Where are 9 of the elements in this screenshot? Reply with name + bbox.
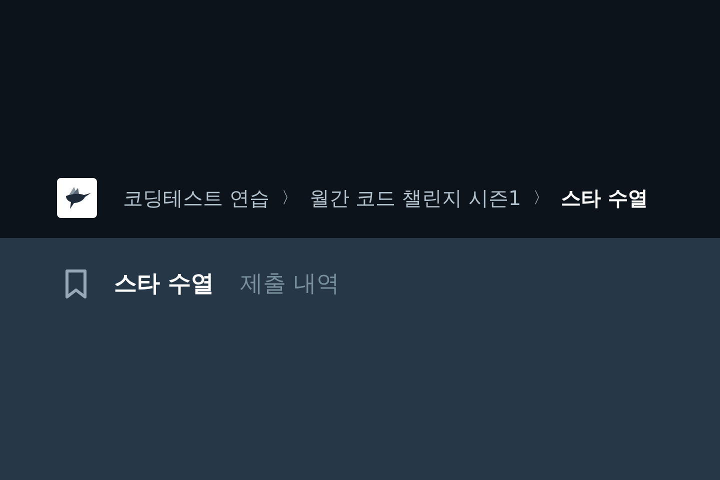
hummingbird-logo-icon[interactable]	[57, 178, 97, 218]
breadcrumb-link[interactable]: 월간 코드 챌린지 시즌1	[309, 184, 522, 212]
tab[interactable]: 스타 수열	[114, 268, 214, 299]
breadcrumb-link[interactable]: 스타 수열	[561, 184, 648, 212]
breadcrumb-link[interactable]: 코딩테스트 연습	[123, 184, 270, 212]
tab[interactable]: 제출 내역	[240, 268, 340, 299]
breadcrumb-separator: 〉	[533, 188, 550, 208]
bookmark-icon[interactable]	[64, 268, 88, 298]
breadcrumb-separator: 〉	[281, 188, 298, 208]
